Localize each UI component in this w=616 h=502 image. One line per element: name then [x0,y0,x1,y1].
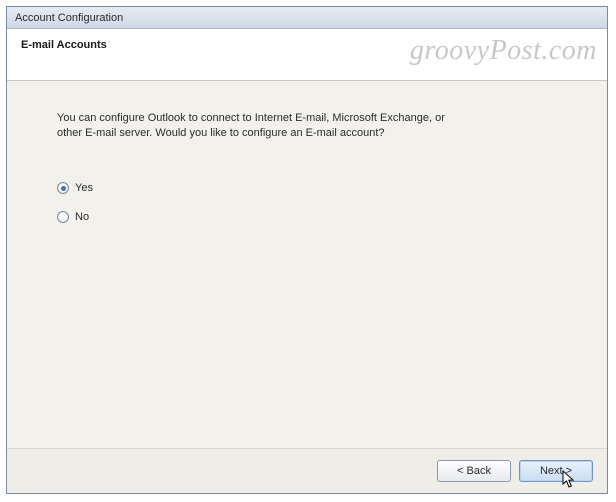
radio-yes[interactable]: Yes [57,181,557,196]
prompt-line-1: You can configure Outlook to connect to … [57,111,557,126]
wizard-header: E-mail Accounts groovyPost.com [7,29,607,81]
radio-icon [57,211,69,223]
radio-no[interactable]: No [57,210,557,225]
window-title: Account Configuration [15,12,123,24]
prompt-line-2: other E-mail server. Would you like to c… [57,126,557,141]
next-button[interactable]: Next > [519,460,593,482]
dialog-window: Account Configuration E-mail Accounts gr… [6,6,608,494]
configure-radio-group: Yes No [57,181,557,225]
page-heading: E-mail Accounts [21,39,593,51]
next-button-label: Next > [540,465,572,477]
radio-icon [57,182,69,194]
radio-no-label: No [75,210,89,225]
back-button-label: < Back [457,465,491,477]
back-button[interactable]: < Back [437,460,511,482]
prompt-text: You can configure Outlook to connect to … [57,111,557,141]
wizard-footer: < Back Next > [7,449,607,493]
wizard-content: You can configure Outlook to connect to … [7,81,607,449]
radio-yes-label: Yes [75,181,93,196]
titlebar: Account Configuration [7,7,607,29]
